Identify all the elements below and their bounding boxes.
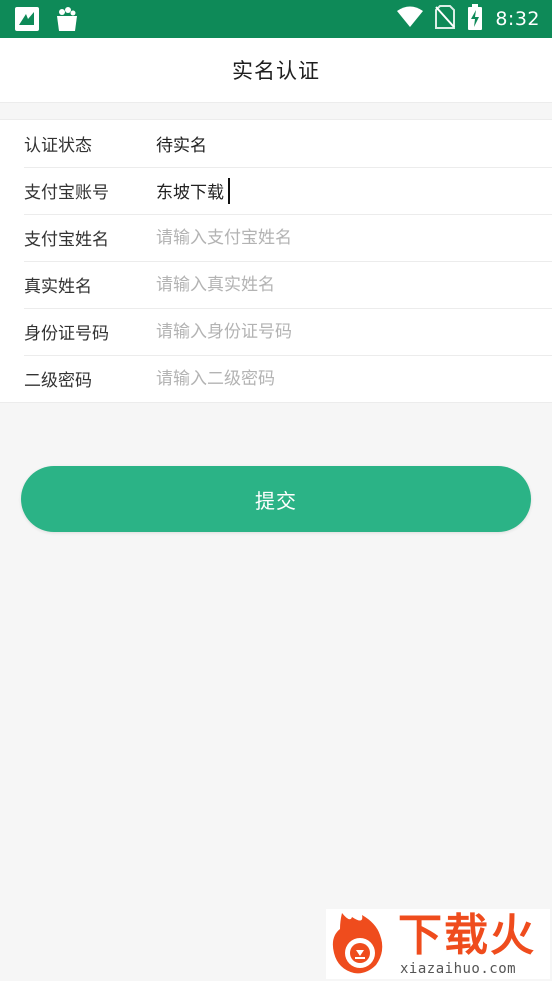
watermark: 下载火 xiazaihuo.com [326, 909, 550, 979]
app-notification-icon [14, 6, 40, 32]
second-password-row: 二级密码 [0, 355, 552, 402]
alipay-account-input[interactable] [156, 173, 536, 208]
status-value: 待实名 [156, 136, 207, 156]
id-number-input[interactable] [156, 314, 536, 349]
alipay-account-label: 支付宝账号 [24, 183, 109, 203]
wifi-icon [397, 6, 424, 32]
battery-charging-icon [467, 4, 483, 34]
alipay-name-label: 支付宝姓名 [24, 230, 109, 250]
page-title: 实名认证 [232, 59, 320, 83]
status-bar: 8:32 [0, 0, 552, 38]
second-password-input[interactable] [156, 361, 536, 396]
real-name-input[interactable] [156, 267, 536, 302]
shopping-bag-icon [54, 6, 80, 32]
verification-form: 认证状态 待实名 支付宝账号 支付宝姓名 真实姓名 身份证号码 二级密码 [0, 119, 552, 403]
clock: 8:32 [495, 8, 540, 30]
real-name-row: 真实姓名 [0, 261, 552, 308]
alipay-name-input[interactable] [156, 220, 536, 255]
alipay-account-row: 支付宝账号 [0, 167, 552, 214]
second-password-label: 二级密码 [24, 371, 92, 391]
id-number-label: 身份证号码 [24, 324, 109, 344]
status-label: 认证状态 [24, 136, 92, 156]
alipay-name-row: 支付宝姓名 [0, 214, 552, 261]
submit-button[interactable]: 提交 [21, 466, 531, 532]
no-sim-icon [435, 5, 456, 33]
real-name-label: 真实姓名 [24, 277, 92, 297]
fire-logo-icon [328, 911, 394, 981]
watermark-name: 下载火 [398, 910, 536, 961]
text-cursor [228, 178, 230, 204]
watermark-domain: xiazaihuo.com [400, 961, 517, 977]
id-number-row: 身份证号码 [0, 308, 552, 355]
status-row: 认证状态 待实名 [0, 120, 552, 167]
app-header: 实名认证 [0, 38, 552, 103]
